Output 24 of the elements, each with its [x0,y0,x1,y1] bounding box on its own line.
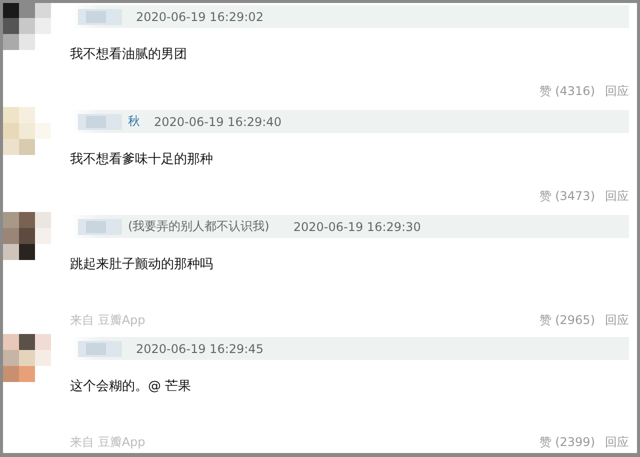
comment-text: 这个会糊的。@ 芒果 [70,378,192,396]
comment-text: 跳起来肚子颤动的那种吗 [70,256,214,274]
source-label: 来自 豆瓣App [70,312,146,328]
name-blur-drawing [78,114,122,130]
comment-text: 我不想看爹味十足的那种 [70,151,214,169]
user-note: (我要弄的别人都不认识我) [128,218,270,235]
like-link[interactable]: 赞 (2965) [539,312,595,328]
name-blur-drawing [78,8,122,24]
like-link[interactable]: 赞 (4316) [539,82,595,100]
comment-time: 2020-06-19 16:29:02 [136,10,264,24]
like-link[interactable]: 赞 (3473) [539,188,595,204]
reply-link[interactable]: 回应 [605,312,629,328]
name-blur-drawing [78,340,122,356]
user-name[interactable]: 秋 [128,113,140,130]
like-link[interactable]: 赞 (2399) [539,434,595,450]
name-blur-drawing [78,218,122,234]
comment-time: 2020-06-19 16:29:40 [154,114,282,128]
reply-link[interactable]: 回应 [605,434,629,450]
comment-text: 我不想看油腻的男团 [70,46,188,64]
comment-time: 2020-06-19 16:29:30 [293,220,421,234]
reply-link[interactable]: 回应 [605,82,629,100]
reply-link[interactable]: 回应 [605,188,629,204]
source-label: 来自 豆瓣App [70,434,146,450]
comment-time: 2020-06-19 16:29:45 [136,342,264,356]
